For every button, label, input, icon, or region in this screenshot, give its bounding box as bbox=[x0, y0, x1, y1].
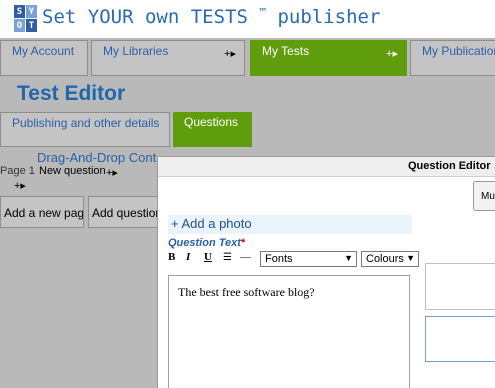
bold-icon[interactable]: B bbox=[168, 251, 175, 263]
tab-publishing-details-label: Publishing and other details bbox=[12, 116, 160, 130]
question-text-label-text: Question Text bbox=[168, 237, 241, 249]
tab-my-libraries[interactable]: My Libraries +▸ bbox=[91, 40, 245, 76]
tab-publishing-details[interactable]: Publishing and other details bbox=[0, 112, 170, 147]
tab-questions-label: Questions bbox=[184, 115, 239, 129]
logo-letter-s: S bbox=[14, 5, 25, 18]
logo-letter-t: T bbox=[26, 19, 37, 32]
tab-my-publications-label: My Publication bbox=[422, 44, 495, 58]
tab-my-account-label: My Account bbox=[12, 44, 75, 58]
add-question-button-label: Add question bbox=[92, 206, 158, 220]
chevron-down-icon: ▼ bbox=[406, 253, 415, 263]
logo-letter-o: O bbox=[14, 19, 25, 32]
dialog-titlebar[interactable]: Question Editor bbox=[158, 157, 495, 177]
tab-my-tests-expand-icon[interactable]: +▸ bbox=[386, 47, 398, 60]
fonts-select[interactable]: Fonts ▼ bbox=[260, 251, 357, 267]
answer-field-1[interactable] bbox=[425, 263, 495, 310]
brand-suffix: publisher bbox=[277, 6, 381, 28]
app-logo: S Y O T bbox=[14, 5, 37, 32]
page-expand-icon[interactable]: +▸ bbox=[14, 179, 26, 192]
app-header: S Y O T Set YOUR own TESTS ™ publisher bbox=[0, 0, 495, 38]
test-name: Drag-And-Drop Cont bbox=[37, 150, 157, 165]
add-page-button[interactable]: Add a new page bbox=[0, 196, 84, 228]
page-title: Test Editor bbox=[17, 82, 126, 105]
required-mark: * bbox=[240, 237, 246, 249]
question-text-label: Question Text* bbox=[168, 237, 245, 249]
logo-letter-y: Y bbox=[26, 5, 37, 18]
tab-my-libraries-label: My Libraries bbox=[103, 44, 169, 58]
tab-my-account[interactable]: My Account bbox=[0, 40, 88, 76]
question-item-label[interactable]: New question bbox=[39, 165, 106, 177]
brand-name: Set YOUR own TESTS bbox=[42, 6, 248, 28]
italic-icon[interactable]: I bbox=[186, 251, 190, 263]
brand-trademark: ™ bbox=[259, 6, 266, 19]
add-photo-bar[interactable]: + Add a photo bbox=[168, 215, 412, 234]
main-nav: My Account My Libraries +▸ My Tests +▸ M… bbox=[0, 40, 495, 76]
underline-icon[interactable]: U bbox=[204, 251, 212, 263]
question-text-value: The best free software blog? bbox=[178, 285, 315, 299]
question-expand-icon[interactable]: +▸ bbox=[106, 166, 118, 179]
colours-select-value: Colours bbox=[366, 253, 404, 265]
tab-my-libraries-expand-icon[interactable]: +▸ bbox=[224, 47, 236, 60]
answer-field-2[interactable] bbox=[425, 316, 495, 362]
add-page-button-label: Add a new page bbox=[4, 206, 84, 220]
brand-title: Set YOUR own TESTS ™ publisher bbox=[42, 6, 380, 28]
tab-my-tests[interactable]: My Tests +▸ bbox=[250, 40, 407, 76]
dialog-side-button[interactable]: Mu bbox=[473, 181, 495, 211]
page-item-label[interactable]: Page 1 bbox=[0, 165, 35, 177]
horizontal-rule-icon[interactable]: — bbox=[240, 251, 251, 263]
dialog-title: Question Editor bbox=[408, 160, 491, 172]
colours-select[interactable]: Colours ▼ bbox=[361, 251, 419, 267]
tab-my-publications[interactable]: My Publication bbox=[410, 40, 495, 76]
add-photo-link[interactable]: + Add a photo bbox=[171, 216, 252, 231]
add-question-button[interactable]: Add question bbox=[88, 196, 158, 228]
dialog-side-button-label: Mu bbox=[481, 191, 495, 202]
question-text-editor[interactable]: The best free software blog? bbox=[168, 275, 410, 388]
chevron-down-icon: ▼ bbox=[344, 253, 353, 263]
tab-questions[interactable]: Questions bbox=[173, 112, 252, 147]
tab-my-tests-label: My Tests bbox=[262, 44, 310, 58]
fonts-select-value: Fonts bbox=[265, 253, 293, 265]
list-icon[interactable]: ☰ bbox=[223, 252, 232, 263]
question-editor-dialog: Question Editor Mu + Add a photo Questio… bbox=[157, 156, 495, 388]
